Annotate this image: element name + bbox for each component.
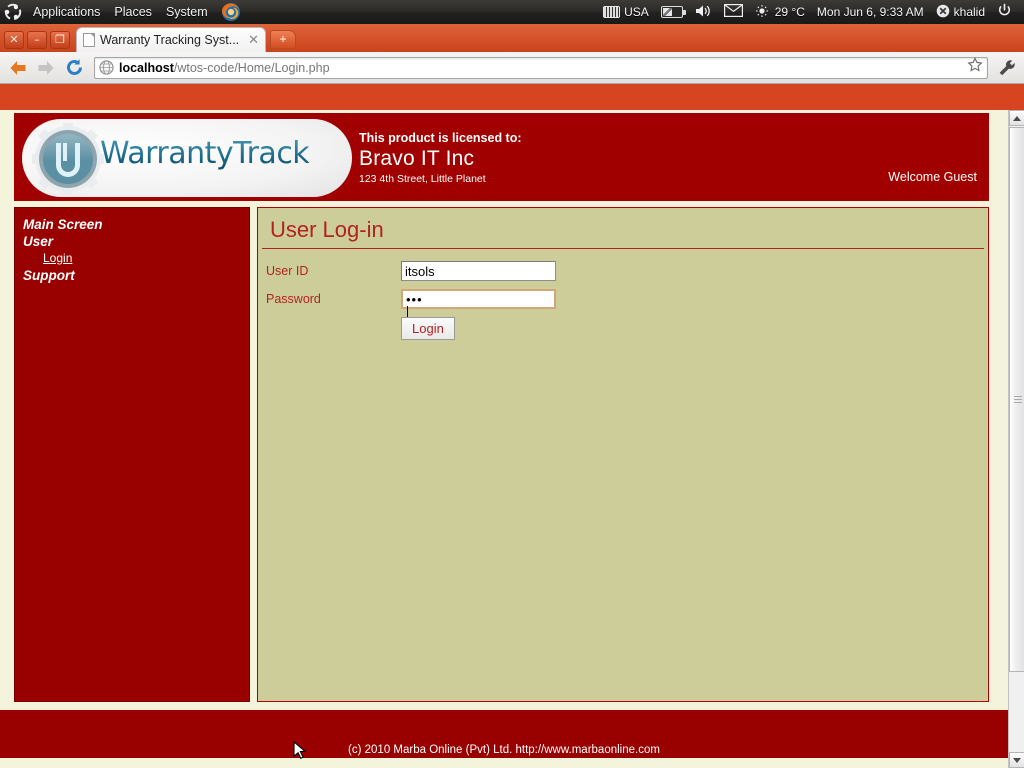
- user-id-label: User ID: [266, 264, 401, 278]
- scroll-up-button[interactable]: [1009, 110, 1024, 126]
- content-panel: User Log-in User ID Password •••: [257, 207, 989, 702]
- login-button[interactable]: Login: [401, 317, 455, 340]
- login-form: User ID Password ••• Login: [258, 249, 988, 340]
- volume-icon: [695, 4, 712, 21]
- web-page: WarrantyTrack This product is licensed t…: [0, 110, 1008, 768]
- window-maximize-button[interactable]: ❐: [50, 31, 70, 49]
- wrench-icon[interactable]: [996, 57, 1018, 79]
- url-host: localhost: [119, 61, 174, 75]
- window-minimize-button[interactable]: –: [27, 31, 47, 49]
- site-logo-text: WarrantyTrack: [100, 136, 309, 171]
- tab-strip: ✕ – ❐ Warranty Tracking Syst... ✕ +: [0, 24, 1024, 52]
- globe-icon: [99, 60, 114, 75]
- site-footer: (c) 2010 Marba Online (Pvt) Ltd. http://…: [0, 710, 1008, 758]
- logo-container: WarrantyTrack: [22, 119, 352, 197]
- applications-menu[interactable]: Applications: [26, 2, 107, 22]
- window-close-button[interactable]: ✕: [4, 31, 24, 49]
- weather-indicator[interactable]: 29 °C: [749, 2, 811, 23]
- password-input[interactable]: •••: [401, 289, 556, 309]
- address-bar[interactable]: localhost/wtos-code/Home/Login.php: [94, 57, 988, 79]
- clock-applet[interactable]: Mon Jun 6, 9:33 AM: [811, 3, 930, 21]
- sidebar-item-user[interactable]: User: [23, 233, 243, 250]
- sidebar-item-login[interactable]: Login: [43, 250, 243, 267]
- keyboard-indicator[interactable]: USA: [597, 3, 655, 21]
- page-columns: Main Screen User Login Support User Log-…: [14, 207, 989, 702]
- sidebar-nav: Main Screen User Login Support: [14, 207, 250, 702]
- volume-indicator[interactable]: [689, 2, 718, 23]
- chevron-down-icon: [1013, 758, 1021, 763]
- back-arrow-icon[interactable]: [6, 56, 30, 80]
- user-id-input[interactable]: [401, 261, 556, 281]
- tab-title: Warranty Tracking Syst...: [100, 33, 243, 47]
- form-row-user-id: User ID: [266, 261, 988, 281]
- places-menu[interactable]: Places: [107, 2, 159, 22]
- warranty-gear-logo-icon: [32, 123, 104, 195]
- browser-window: ✕ – ❐ Warranty Tracking Syst... ✕ +: [0, 24, 1024, 768]
- firefox-icon[interactable]: [221, 2, 241, 22]
- user-status-busy-icon: [936, 4, 950, 21]
- chevron-up-icon: [1013, 116, 1021, 121]
- welcome-label: Welcome Guest: [888, 170, 977, 184]
- reload-icon[interactable]: [62, 56, 86, 80]
- scrollbar-grip-icon: [1014, 396, 1022, 404]
- license-block: This product is licensed to: Bravo IT In…: [359, 131, 522, 185]
- page-title: User Log-in: [262, 211, 984, 249]
- power-icon: [997, 3, 1012, 21]
- footer-text: (c) 2010 Marba Online (Pvt) Ltd. http://…: [348, 744, 660, 756]
- sidebar-item-main-screen[interactable]: Main Screen: [23, 216, 243, 233]
- form-row-submit: Login: [266, 317, 988, 340]
- gnome-top-panel: Applications Places System USA: [0, 0, 1024, 24]
- weather-sun-icon: [755, 4, 771, 21]
- ubuntu-logo-icon: [4, 3, 22, 21]
- password-label: Password: [266, 292, 401, 306]
- new-tab-button[interactable]: +: [270, 30, 296, 49]
- forward-arrow-icon: [34, 56, 58, 80]
- battery-icon: [661, 6, 683, 18]
- url-text: localhost/wtos-code/Home/Login.php: [119, 61, 330, 75]
- site-banner: WarrantyTrack This product is licensed t…: [14, 113, 989, 203]
- password-masked-value: •••: [406, 292, 551, 306]
- browser-tab[interactable]: Warranty Tracking Syst... ✕: [76, 27, 266, 52]
- mail-icon: [724, 4, 743, 20]
- system-menu[interactable]: System: [159, 2, 215, 22]
- user-menu[interactable]: khalid: [930, 2, 991, 23]
- battery-indicator[interactable]: [655, 4, 689, 20]
- mail-indicator[interactable]: [718, 2, 749, 22]
- license-address: 123 4th Street, Little Planet: [359, 173, 522, 185]
- vertical-scrollbar[interactable]: [1008, 110, 1024, 768]
- user-name-label: khalid: [954, 5, 985, 19]
- page-favicon: [83, 33, 95, 47]
- window-controls: ✕ – ❐: [0, 31, 70, 52]
- keyboard-layout-label: USA: [624, 5, 649, 19]
- vertical-scrollbar-thumb[interactable]: [1009, 127, 1024, 672]
- license-company: Bravo IT Inc: [359, 147, 522, 171]
- close-icon[interactable]: ✕: [248, 32, 259, 48]
- url-path: /wtos-code/Home/Login.php: [174, 61, 330, 75]
- sidebar-item-support[interactable]: Support: [23, 267, 243, 284]
- form-row-password: Password •••: [266, 289, 988, 309]
- keyboard-indicator-icon: [603, 6, 620, 18]
- license-intro: This product is licensed to:: [359, 131, 522, 145]
- weather-temperature: 29 °C: [775, 5, 805, 19]
- page-viewport: WarrantyTrack This product is licensed t…: [0, 110, 1024, 768]
- browser-toolbar: localhost/wtos-code/Home/Login.php: [0, 52, 1024, 84]
- star-icon[interactable]: [967, 57, 983, 78]
- scroll-down-button[interactable]: [1009, 752, 1024, 768]
- power-button[interactable]: [991, 1, 1018, 23]
